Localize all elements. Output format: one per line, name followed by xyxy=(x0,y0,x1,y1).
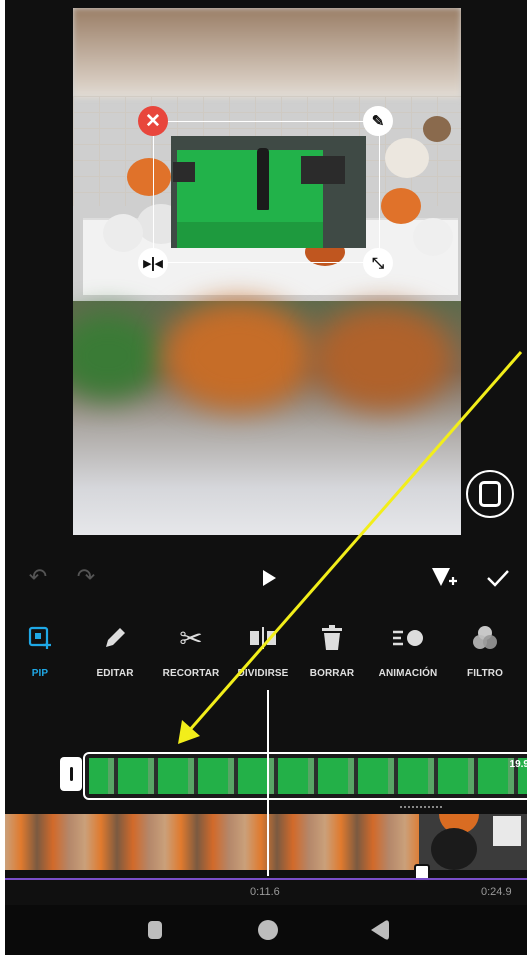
tool-label: FILTRO xyxy=(467,668,503,679)
video-preview[interactable]: ✕ ✎ ▸|◂ ⤡ xyxy=(73,8,461,535)
tool-label: DIVIDIRSE xyxy=(237,668,289,679)
clip-thumbnails xyxy=(89,758,527,794)
clip-duration: 19.9 xyxy=(509,759,527,770)
pip-clip-track[interactable]: 19.9 xyxy=(83,752,527,800)
pip-icon xyxy=(5,620,80,656)
pumpkin xyxy=(103,214,143,252)
confirm-checkmark-icon[interactable] xyxy=(481,562,515,594)
tool-label: PIP xyxy=(31,668,49,679)
preview-blurred-area xyxy=(73,301,461,535)
scissors-icon: ✂ xyxy=(179,622,203,654)
play-icon[interactable] xyxy=(255,564,283,592)
pumpkin xyxy=(413,218,453,256)
recent-apps-icon[interactable] xyxy=(145,919,165,946)
home-icon[interactable] xyxy=(255,919,281,946)
tool-editar[interactable]: EDITAR xyxy=(75,620,155,679)
tool-label: RECORTAR xyxy=(162,668,220,679)
pencil-icon[interactable]: ✎ xyxy=(363,106,393,136)
tool-pip[interactable]: PIP xyxy=(5,620,80,679)
total-time: 0:24.9 xyxy=(481,886,512,898)
tool-label: EDITAR xyxy=(96,668,134,679)
timeline-progress-line xyxy=(5,878,527,880)
undo-icon[interactable]: ↶ xyxy=(23,562,53,592)
pumpkin xyxy=(385,138,429,178)
pumpkin xyxy=(423,116,451,142)
filter-icon xyxy=(445,620,525,656)
track-divider xyxy=(400,806,442,808)
tool-filtro[interactable]: FILTRO xyxy=(445,620,525,679)
resize-icon[interactable]: ⤡ xyxy=(363,248,393,278)
redo-icon[interactable]: ↷ xyxy=(71,562,101,592)
pencil-icon xyxy=(75,620,155,656)
close-icon[interactable]: ✕ xyxy=(138,106,168,136)
clip-trim-handle[interactable] xyxy=(60,757,82,791)
tool-recortar[interactable]: ✂ RECORTAR xyxy=(151,620,231,680)
keyframe-button[interactable] xyxy=(466,470,514,518)
trash-icon xyxy=(292,620,372,656)
system-navigation-bar xyxy=(5,905,527,955)
main-track-second-clip[interactable] xyxy=(419,814,527,870)
video-editor-screen: ✕ ✎ ▸|◂ ⤡ ↶ ↷ PIP EDITAR ✂ RECORTAR DIVI… xyxy=(5,0,527,955)
back-icon[interactable] xyxy=(367,919,391,946)
tool-label: ANIMACIÓN xyxy=(378,668,438,679)
pumpkin xyxy=(381,188,421,224)
tool-animacion[interactable]: ANIMACIÓN xyxy=(368,620,448,679)
current-time: 0:11.6 xyxy=(250,886,280,898)
add-keyframe-icon[interactable] xyxy=(427,562,461,594)
tool-borrar[interactable]: BORRAR xyxy=(292,620,372,679)
tool-dividirse[interactable]: DIVIDIRSE xyxy=(223,620,303,679)
playhead[interactable] xyxy=(267,690,269,876)
pip-selection-frame[interactable] xyxy=(153,121,380,263)
split-icon xyxy=(223,620,303,656)
tool-label: BORRAR xyxy=(309,668,355,679)
flip-icon[interactable]: ▸|◂ xyxy=(138,248,168,278)
animation-icon xyxy=(368,620,448,656)
